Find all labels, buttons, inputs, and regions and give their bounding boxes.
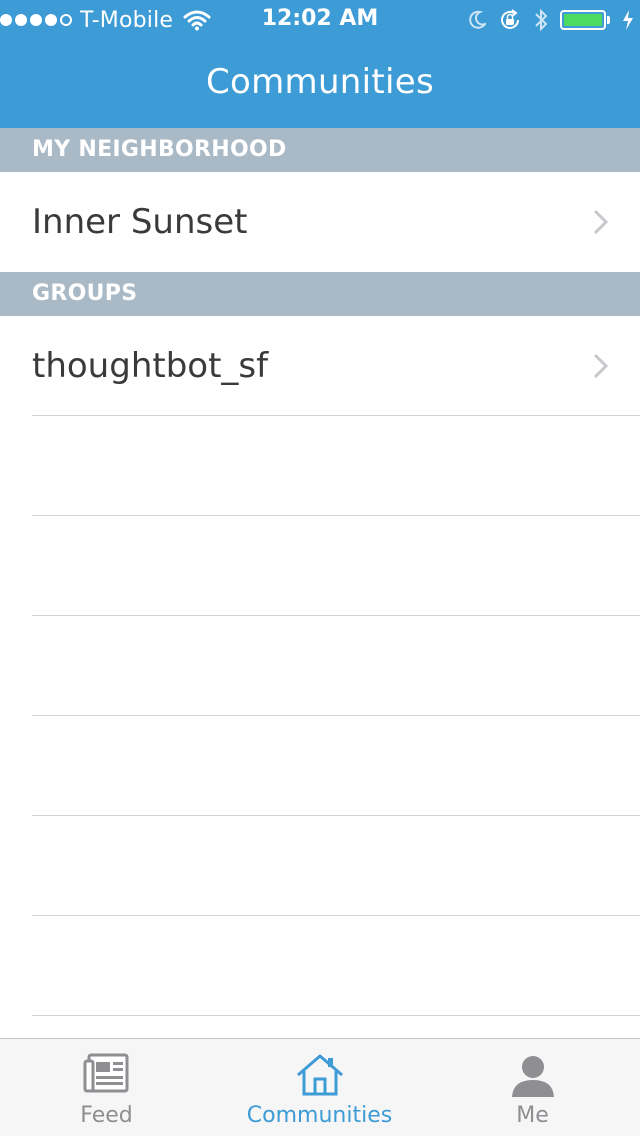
status-right — [468, 6, 634, 34]
row-separator — [32, 815, 640, 816]
battery-icon — [560, 10, 610, 30]
bluetooth-icon — [535, 8, 548, 32]
battery-level — [564, 14, 602, 26]
tab-feed[interactable]: Feed — [0, 1039, 213, 1136]
row-separator — [32, 415, 640, 416]
page-title: Communities — [205, 62, 435, 102]
section-header-neighborhood: MY NEIGHBORHOOD — [0, 128, 640, 172]
tab-label: Feed — [80, 1103, 133, 1128]
person-icon — [511, 1056, 554, 1097]
chevron-right-icon — [593, 353, 609, 379]
moon-icon — [469, 10, 486, 29]
chevron-right-icon — [593, 209, 609, 235]
newspaper-icon — [83, 1053, 128, 1093]
tab-bar: Feed Communities Me — [0, 1038, 640, 1136]
row-separator — [32, 1015, 640, 1016]
list-item-label: thoughtbot_sf — [32, 346, 269, 386]
rotation-lock-icon — [501, 9, 519, 29]
list-item-label: Inner Sunset — [32, 202, 248, 242]
list-item-thoughtbot-sf[interactable]: thoughtbot_sf — [0, 316, 640, 416]
row-separator — [32, 915, 640, 916]
charging-icon — [623, 10, 633, 30]
tab-communities[interactable]: Communities — [213, 1039, 426, 1136]
tab-label: Me — [516, 1103, 549, 1128]
tab-me[interactable]: Me — [426, 1039, 639, 1136]
tab-label: Communities — [246, 1103, 393, 1128]
navigation-header: T-Mobile 12:02 AM Communities — [0, 0, 640, 128]
row-separator — [32, 515, 640, 516]
list-item-inner-sunset[interactable]: Inner Sunset — [0, 172, 640, 272]
status-bar: T-Mobile 12:02 AM — [0, 0, 640, 40]
section-header-groups: GROUPS — [0, 272, 640, 316]
house-icon — [296, 1054, 343, 1096]
row-separator — [32, 715, 640, 716]
row-separator — [32, 615, 640, 616]
